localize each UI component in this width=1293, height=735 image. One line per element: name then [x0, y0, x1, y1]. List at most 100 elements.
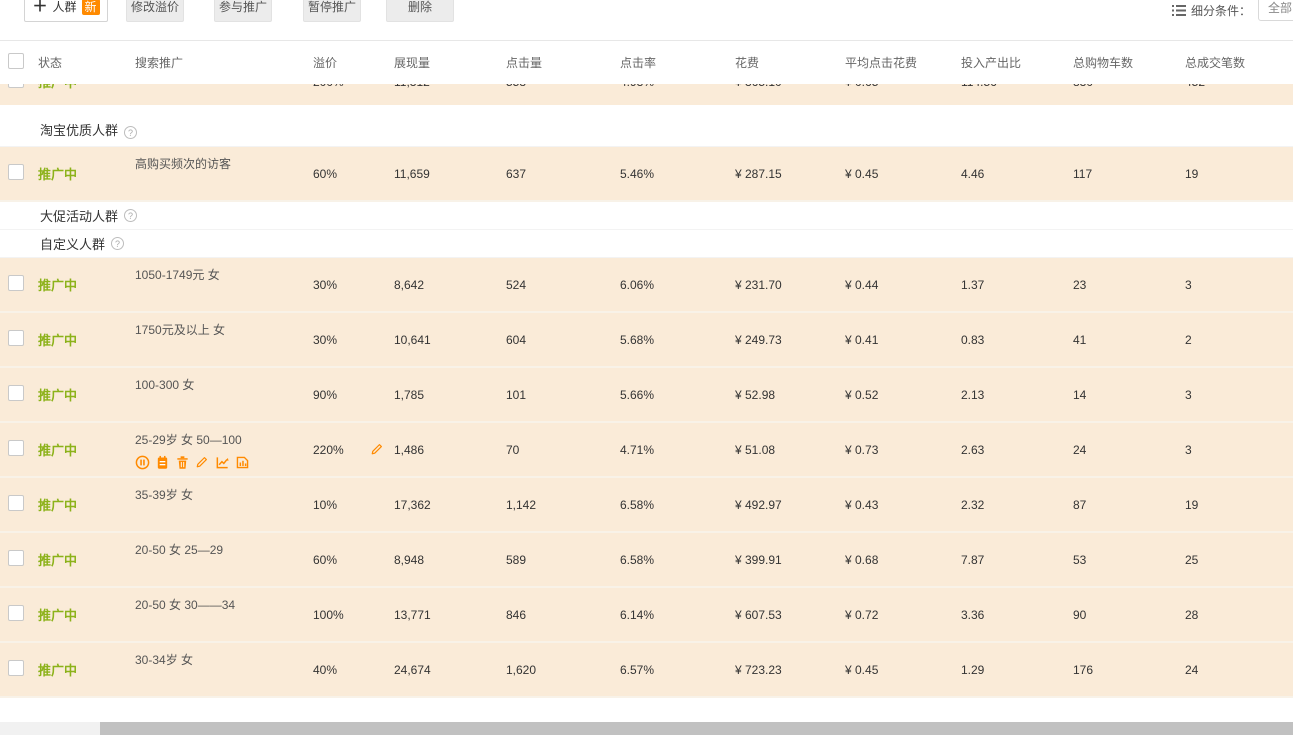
- segment-filter: 细分条件：: [1172, 0, 1251, 20]
- status-badge: 推广中: [38, 275, 135, 294]
- ctr-value: 4.71%: [620, 443, 735, 457]
- row-checkbox[interactable]: [8, 605, 24, 621]
- horizontal-scrollbar-thumb[interactable]: [100, 722, 1293, 735]
- premium-value: 200%: [313, 84, 344, 89]
- cost-value: ¥ 249.73: [735, 333, 845, 347]
- edit-icon[interactable]: [195, 455, 210, 470]
- list-icon: [1172, 5, 1186, 16]
- row-checkbox[interactable]: [8, 440, 24, 456]
- roi-value: 7.87: [961, 553, 1073, 567]
- orders-value: 452: [1185, 84, 1293, 89]
- column-header: 花费: [735, 54, 845, 71]
- carts-value: 23: [1073, 278, 1185, 292]
- carts-value: 24: [1073, 443, 1185, 457]
- row-checkbox[interactable]: [8, 385, 24, 401]
- table-row: 推广中25-29岁 女 50—100220%1,486704.71%¥ 51.0…: [0, 423, 1293, 478]
- table-row: 推广中1050-1749元 女30%8,6425246.06%¥ 231.70¥…: [0, 258, 1293, 313]
- add-audience-label: 人群: [52, 0, 76, 15]
- avg-cpc-value: ¥ 0.44: [845, 278, 961, 292]
- status-badge: 推广中: [38, 440, 135, 459]
- delete-icon[interactable]: [175, 455, 190, 470]
- orders-value: 28: [1185, 608, 1293, 622]
- report-icon[interactable]: [235, 455, 250, 470]
- modify-premium-button[interactable]: 修改溢价: [126, 0, 184, 22]
- roi-value: 3.36: [961, 608, 1073, 622]
- edit-premium-icon[interactable]: [370, 442, 385, 457]
- audience-name-cell: 35-39岁 女: [135, 478, 313, 503]
- carts-value: 53: [1073, 553, 1185, 567]
- status-badge: 推广中: [38, 84, 135, 91]
- audience-name-cell: 30-34岁 女: [135, 643, 313, 668]
- premium-value: 90%: [313, 388, 337, 402]
- orders-value: 19: [1185, 498, 1293, 512]
- roi-value: 1.29: [961, 663, 1073, 677]
- audience-name: 30-34岁 女: [135, 653, 313, 668]
- column-header: 点击量: [506, 54, 620, 71]
- premium-value: 30%: [313, 278, 337, 292]
- column-header: 点击率: [620, 54, 735, 71]
- row-checkbox[interactable]: [8, 84, 24, 88]
- roi-value: 2.63: [961, 443, 1073, 457]
- table-row: 推广中200%11,3125584.93%¥ 365.10¥ 0.65114.5…: [0, 84, 1293, 105]
- segment-filter-value: 全部: [1268, 0, 1292, 16]
- audience-group-row: 淘宝优质人群?: [0, 105, 1293, 147]
- column-header: 投入产出比: [961, 54, 1073, 71]
- clicks-value: 1,620: [506, 663, 620, 677]
- help-icon[interactable]: ?: [111, 237, 124, 250]
- pause-promotion-button[interactable]: 暂停推广: [303, 0, 361, 22]
- help-icon[interactable]: ?: [124, 209, 137, 222]
- premium-value: 100%: [313, 608, 344, 622]
- roi-value: 2.32: [961, 498, 1073, 512]
- new-badge: 新: [82, 0, 100, 15]
- audience-name-cell: 20-50 女 30——34: [135, 588, 313, 613]
- impressions-value: 11,659: [394, 167, 506, 181]
- pause-icon[interactable]: [135, 455, 150, 470]
- clicks-value: 1,142: [506, 498, 620, 512]
- clicks-value: 101: [506, 388, 620, 402]
- avg-cpc-value: ¥ 0.45: [845, 663, 961, 677]
- row-checkbox[interactable]: [8, 164, 24, 180]
- cost-value: ¥ 607.53: [735, 608, 845, 622]
- ctr-value: 6.58%: [620, 498, 735, 512]
- row-checkbox[interactable]: [8, 550, 24, 566]
- table-row: 推广中高购买频次的访客60%11,6596375.46%¥ 287.15¥ 0.…: [0, 147, 1293, 202]
- audience-group-row: 自定义人群?: [0, 230, 1293, 258]
- cost-value: ¥ 51.08: [735, 443, 845, 457]
- toolbar: ＋ 人群 新 修改溢价 参与推广 暂停推广 删除 细分条件： 全部: [0, 0, 1293, 40]
- premium-value: 60%: [313, 553, 337, 567]
- journal-icon[interactable]: [155, 455, 170, 470]
- orders-value: 3: [1185, 278, 1293, 292]
- cost-value: ¥ 723.23: [735, 663, 845, 677]
- orders-value: 3: [1185, 388, 1293, 402]
- impressions-value: 11,312: [394, 84, 506, 89]
- carts-value: 14: [1073, 388, 1185, 402]
- impressions-value: 13,771: [394, 608, 506, 622]
- ctr-value: 4.93%: [620, 84, 735, 89]
- select-all-checkbox[interactable]: [8, 53, 24, 69]
- status-badge: 推广中: [38, 164, 135, 183]
- premium-value: 10%: [313, 498, 337, 512]
- row-checkbox[interactable]: [8, 495, 24, 511]
- audience-name: 1050-1749元 女: [135, 268, 313, 283]
- audience-name: 25-29岁 女 50—100: [135, 433, 313, 448]
- audience-group-label: 大促活动人群: [40, 206, 118, 225]
- join-promotion-button[interactable]: 参与推广: [214, 0, 272, 22]
- table-row: 推广中1750元及以上 女30%10,6416045.68%¥ 249.73¥ …: [0, 313, 1293, 368]
- segment-filter-select[interactable]: 全部: [1258, 0, 1293, 21]
- delete-button[interactable]: 删除: [386, 0, 454, 22]
- audience-name-cell: 1050-1749元 女: [135, 258, 313, 283]
- row-checkbox[interactable]: [8, 275, 24, 291]
- trend-icon[interactable]: [215, 455, 230, 470]
- status-badge: 推广中: [38, 385, 135, 404]
- clicks-value: 524: [506, 278, 620, 292]
- column-header: 总购物车数: [1073, 54, 1185, 71]
- add-audience-button[interactable]: ＋ 人群 新: [24, 0, 108, 22]
- audience-name: 100-300 女: [135, 378, 313, 393]
- help-icon[interactable]: ?: [124, 126, 137, 139]
- impressions-value: 10,641: [394, 333, 506, 347]
- row-checkbox[interactable]: [8, 330, 24, 346]
- column-header: 状态: [38, 54, 135, 71]
- row-checkbox[interactable]: [8, 660, 24, 676]
- audience-name: 1750元及以上 女: [135, 323, 313, 338]
- cost-value: ¥ 52.98: [735, 388, 845, 402]
